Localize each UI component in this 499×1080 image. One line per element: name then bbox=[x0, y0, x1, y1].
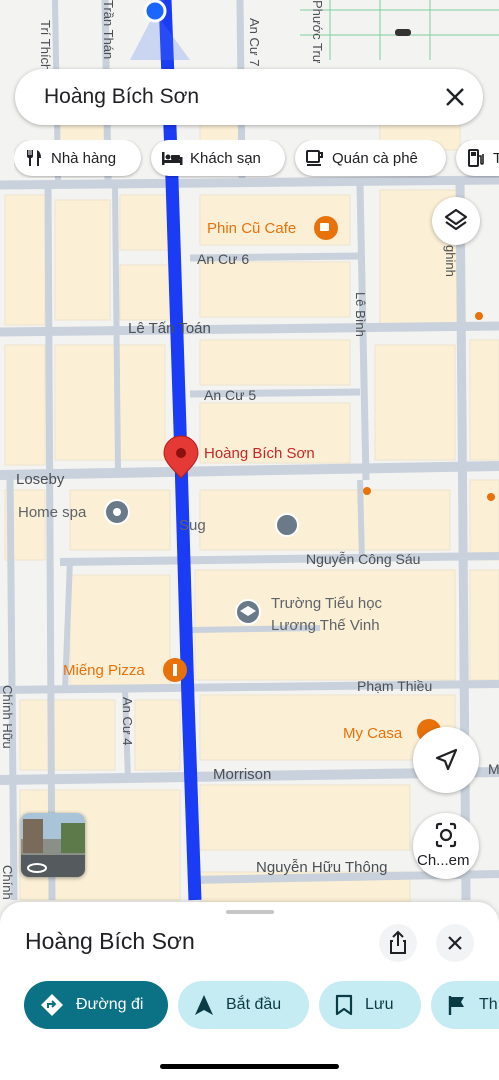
current-location-dot bbox=[143, 0, 167, 23]
action-buttons: Đường đi Bắt đầu Lưu Th bbox=[24, 981, 499, 1031]
chip-label: Quán cà phê bbox=[332, 149, 418, 167]
street-label-m: M bbox=[488, 761, 499, 777]
poi-label-school-1[interactable]: Trường Tiểu học bbox=[271, 595, 382, 612]
home-indicator[interactable] bbox=[160, 1064, 339, 1069]
street-view-image bbox=[21, 813, 85, 877]
lens-label: Ch...em bbox=[417, 852, 470, 869]
label-label: Th bbox=[479, 996, 498, 1013]
street-label-loseby: Loseby bbox=[16, 471, 65, 488]
search-bar[interactable]: Hoàng Bích Sơn bbox=[15, 69, 483, 125]
my-location-button[interactable] bbox=[413, 727, 479, 793]
label-button[interactable]: Th bbox=[431, 981, 499, 1029]
street-label-an-cu-4: An Cư 4 bbox=[120, 697, 135, 746]
chip-restaurant[interactable]: Nhà hàng bbox=[14, 140, 141, 176]
close-icon[interactable] bbox=[441, 83, 469, 111]
poi-label-school-2[interactable]: Lương Thế Vinh bbox=[271, 617, 380, 634]
navigation-arrow-icon bbox=[435, 748, 458, 771]
hotel-icon bbox=[162, 152, 183, 165]
cafe-icon bbox=[306, 150, 323, 166]
poi-label-pin[interactable]: Hoàng Bích Sơn bbox=[204, 445, 315, 462]
chip-cafe[interactable]: Quán cà phê bbox=[295, 140, 446, 176]
street-label-le-tan-toan: Lê Tấn Toán bbox=[128, 320, 211, 337]
poi-dot bbox=[475, 312, 483, 320]
lens-icon bbox=[435, 822, 457, 848]
street-label-chinh-huu: Chính Hữu bbox=[0, 685, 15, 749]
layers-icon bbox=[444, 208, 468, 231]
street-label-tran-than: Trần Thán bbox=[101, 0, 116, 60]
poi-label-phin-cu[interactable]: Phin Cũ Cafe bbox=[207, 220, 296, 237]
share-icon bbox=[390, 930, 406, 954]
gas-station-icon bbox=[468, 149, 484, 167]
street-label-phuoc-tru: Phước Trư bbox=[310, 0, 325, 64]
close-icon bbox=[448, 936, 462, 950]
bus-stop-icon bbox=[395, 29, 411, 36]
street-label-le-binh: Lê Bình bbox=[353, 292, 368, 337]
navigation-icon bbox=[195, 995, 213, 1015]
chip-gas[interactable]: T bbox=[456, 140, 499, 176]
poi-dot bbox=[487, 493, 495, 501]
poi-label-sugar: Sug bbox=[179, 517, 206, 534]
street-label-an-cu-6: An Cư 6 bbox=[197, 251, 250, 267]
directions-label: Đường đi bbox=[76, 996, 144, 1013]
start-label: Bắt đầu bbox=[226, 996, 282, 1013]
directions-icon bbox=[41, 994, 63, 1016]
street-label-an-cu-5: An Cư 5 bbox=[204, 387, 257, 403]
street-label-chinh: Chính bbox=[0, 865, 15, 900]
restaurant-icon bbox=[27, 150, 41, 166]
street-label-an-cu-7: An Cư 7 bbox=[247, 18, 262, 67]
bookmark-icon bbox=[335, 994, 353, 1016]
chip-label: Nhà hàng bbox=[51, 149, 117, 167]
street-label-ghinh: ghinh bbox=[443, 245, 458, 277]
street-label-nguyen-huu-thong: Nguyễn Hữu Thông bbox=[256, 859, 388, 876]
lens-button[interactable]: Ch...em bbox=[413, 813, 479, 879]
street-label-pham-thieu: Phạm Thiều bbox=[357, 678, 433, 694]
save-button[interactable]: Lưu bbox=[319, 981, 421, 1029]
street-label-nguyen-cong-sau: Nguyễn Công Sáu bbox=[306, 551, 421, 567]
poi-dot bbox=[363, 487, 371, 495]
street-label-tri-thich: Trí Thích bbox=[38, 20, 53, 72]
poi-label-home-spa[interactable]: Home spa bbox=[18, 504, 86, 521]
flag-icon bbox=[448, 996, 464, 1015]
poi-label-mieng-pizza[interactable]: Miếng Pizza bbox=[63, 662, 145, 679]
close-sheet-button[interactable] bbox=[436, 924, 474, 962]
drag-handle[interactable] bbox=[226, 910, 274, 914]
layers-button[interactable] bbox=[432, 197, 480, 245]
start-button[interactable]: Bắt đầu bbox=[178, 981, 309, 1029]
poi-label-my-casa[interactable]: My Casa bbox=[343, 725, 402, 742]
chip-hotel[interactable]: Khách sạn bbox=[151, 140, 285, 176]
directions-button[interactable]: Đường đi bbox=[24, 981, 168, 1029]
share-button[interactable] bbox=[379, 924, 417, 962]
save-label: Lưu bbox=[365, 996, 394, 1013]
street-label-morrison: Morrison bbox=[213, 766, 272, 783]
search-query[interactable]: Hoàng Bích Sơn bbox=[44, 85, 199, 109]
category-chips: Nhà hàng Khách sạn Quán cà phê T bbox=[14, 140, 499, 178]
chip-label: T bbox=[493, 149, 499, 167]
gray-poi-marker bbox=[275, 513, 299, 537]
place-bottom-sheet[interactable]: Hoàng Bích Sơn Đường đi Bắt đầu Lưu Th bbox=[0, 902, 499, 1080]
chip-label: Khách sạn bbox=[190, 149, 261, 167]
street-view-thumbnail[interactable] bbox=[21, 813, 85, 877]
place-title: Hoàng Bích Sơn bbox=[25, 928, 195, 954]
